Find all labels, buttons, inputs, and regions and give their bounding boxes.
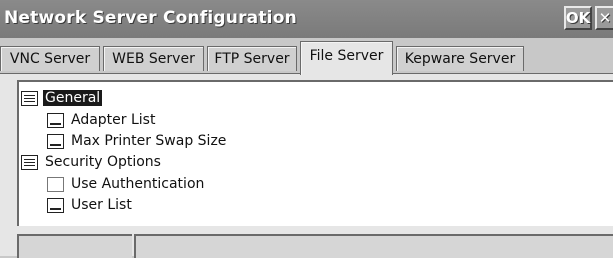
ok-button[interactable]: OK bbox=[564, 6, 592, 30]
status-cell-right bbox=[134, 234, 613, 258]
item-icon bbox=[47, 112, 64, 128]
tree-item-user-list[interactable]: User List bbox=[47, 195, 134, 215]
tab-ftp-server[interactable]: FTP Server bbox=[207, 46, 297, 71]
tab-file-server[interactable]: File Server bbox=[300, 41, 393, 75]
close-icon[interactable]: ✕ bbox=[595, 6, 613, 30]
tab-strip: VNC Server WEB Server FTP Server File Se… bbox=[0, 38, 613, 75]
item-icon bbox=[47, 133, 64, 149]
folder-list-icon bbox=[21, 90, 38, 106]
tree-item-label: Max Printer Swap Size bbox=[71, 133, 227, 149]
blank-item-icon bbox=[47, 176, 64, 192]
tree-item-max-printer-swap-size[interactable]: Max Printer Swap Size bbox=[47, 131, 228, 151]
tree-item-security-options[interactable]: Security Options bbox=[21, 152, 163, 172]
tab-kepware-server[interactable]: Kepware Server bbox=[396, 46, 524, 71]
tab-web-server[interactable]: WEB Server bbox=[103, 46, 204, 71]
item-icon bbox=[47, 197, 64, 213]
status-cell-left bbox=[17, 234, 132, 258]
tree-item-label: User List bbox=[71, 197, 132, 213]
title-bar: Network Server Configuration OK ✕ bbox=[0, 0, 613, 38]
window-title: Network Server Configuration bbox=[4, 8, 297, 28]
folder-list-icon bbox=[21, 154, 38, 170]
tree-item-label: Security Options bbox=[45, 154, 161, 170]
tab-vnc-server[interactable]: VNC Server bbox=[0, 46, 100, 71]
tree-item-general[interactable]: General bbox=[21, 88, 103, 108]
tree-item-label: General bbox=[43, 90, 103, 106]
tree-item-adapter-list[interactable]: Adapter List bbox=[47, 110, 157, 130]
tree-item-label: Adapter List bbox=[71, 112, 156, 128]
settings-tree[interactable]: General Adapter List Max Printer Swap Si… bbox=[17, 80, 613, 226]
tree-item-label: Use Authentication bbox=[71, 176, 205, 192]
tree-item-use-authentication[interactable]: Use Authentication bbox=[47, 174, 206, 194]
